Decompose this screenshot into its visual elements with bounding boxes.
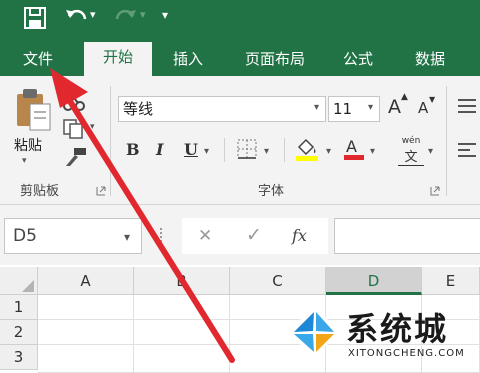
font-name-dropdown-icon[interactable]: ▾ (314, 102, 319, 113)
underline-dropdown-icon[interactable]: ▾ (204, 146, 209, 157)
group-divider (110, 86, 111, 196)
copy-caret[interactable]: ▾ (90, 122, 95, 132)
cell[interactable] (38, 320, 134, 345)
cell[interactable] (134, 295, 230, 320)
undo-icon[interactable] (64, 6, 88, 28)
formula-bar-splitter[interactable] (160, 228, 166, 246)
phonetic-top: wén (401, 136, 421, 146)
group-divider (284, 138, 285, 162)
clipboard-launcher-icon[interactable] (96, 186, 106, 196)
font-launcher-icon[interactable] (430, 186, 440, 196)
tab-data[interactable]: 数据 (398, 44, 462, 76)
name-box-dropdown-icon[interactable]: ▾ (124, 230, 130, 244)
align-top-icon[interactable] (456, 96, 478, 116)
cell[interactable] (38, 295, 134, 320)
phonetic-guide-icon[interactable]: wén 文 (398, 136, 424, 166)
italic-button[interactable]: I (156, 140, 163, 159)
insert-function-icon[interactable]: fx (292, 226, 307, 245)
tab-page-layout[interactable]: 页面布局 (230, 44, 320, 76)
watermark-url: XITONGCHENG.COM (348, 348, 465, 359)
font-size-dropdown-icon[interactable]: ▾ (368, 102, 373, 113)
tab-file[interactable]: 文件 (10, 44, 66, 76)
cancel-entry-icon[interactable]: ✕ (198, 226, 212, 246)
copy-icon[interactable] (62, 118, 86, 140)
align-left-icon[interactable] (456, 140, 478, 160)
tab-insert[interactable]: 插入 (160, 44, 216, 76)
enter-entry-icon[interactable]: ✓ (246, 224, 262, 246)
tab-formulas[interactable]: 公式 (330, 44, 386, 76)
paste-icon[interactable] (14, 86, 54, 132)
tab-home[interactable]: 开始 (84, 42, 152, 76)
name-box-value: D5 (13, 226, 37, 246)
title-bar: ▾ ▾ ▾ (0, 0, 480, 36)
fill-color-icon[interactable] (294, 136, 320, 162)
shrink-font-caret: ▼ (429, 95, 436, 104)
select-all-triangle-icon (22, 280, 34, 292)
borders-dropdown-icon[interactable]: ▾ (264, 146, 269, 157)
ribbon-tabs: 文件 开始 插入 页面布局 公式 数据 (0, 36, 480, 76)
cell[interactable] (38, 345, 134, 373)
format-painter-icon[interactable] (62, 146, 88, 168)
watermark-brand: 系统城 (346, 310, 449, 348)
borders-icon[interactable] (236, 138, 258, 160)
bold-button[interactable]: B (126, 140, 140, 159)
paste-caret[interactable]: ▾ (22, 156, 27, 166)
column-header-d[interactable]: D (326, 267, 422, 295)
font-size-value: 11 (333, 100, 353, 118)
row-header-1[interactable]: 1 (0, 295, 38, 320)
fill-color-dropdown-icon[interactable]: ▾ (326, 146, 331, 157)
group-divider (446, 86, 447, 196)
cut-icon[interactable] (62, 88, 86, 112)
group-divider (224, 138, 225, 162)
font-name-value: 等线 (123, 100, 154, 118)
formula-input[interactable] (334, 218, 480, 254)
cell[interactable] (134, 345, 230, 373)
redo-caret[interactable]: ▾ (140, 8, 146, 21)
save-icon[interactable] (24, 7, 46, 29)
column-header-b[interactable]: B (134, 267, 230, 295)
font-color-dropdown-icon[interactable]: ▾ (370, 146, 375, 157)
paste-label[interactable]: 粘贴 (14, 135, 42, 155)
xitongcheng-logo-icon (288, 306, 340, 358)
column-header-e[interactable]: E (422, 267, 480, 295)
row-header-3[interactable]: 3 (0, 345, 38, 370)
grow-font-caret: ▲ (401, 92, 408, 102)
font-color-icon[interactable]: A (342, 136, 366, 162)
phonetic-bottom: 文 (398, 146, 424, 166)
cell[interactable] (134, 320, 230, 345)
underline-button[interactable]: U (184, 140, 198, 159)
column-header-a[interactable]: A (38, 267, 134, 295)
svg-text:A: A (346, 137, 357, 156)
undo-caret[interactable]: ▾ (90, 8, 96, 21)
shrink-font-icon[interactable]: A (418, 99, 428, 117)
row-header-2[interactable]: 2 (0, 320, 38, 345)
phonetic-dropdown-icon[interactable]: ▾ (428, 146, 433, 157)
name-box[interactable]: D5 (4, 218, 142, 254)
grow-font-icon[interactable]: A (388, 96, 401, 118)
font-name-box[interactable]: 等线 (118, 96, 326, 122)
column-header-c[interactable]: C (230, 267, 326, 295)
redo-icon[interactable] (114, 6, 138, 28)
customize-toolbar-icon[interactable]: ▾ (162, 8, 168, 22)
font-group-label: 字体 (258, 184, 285, 199)
clipboard-group-label: 剪贴板 (20, 184, 60, 199)
